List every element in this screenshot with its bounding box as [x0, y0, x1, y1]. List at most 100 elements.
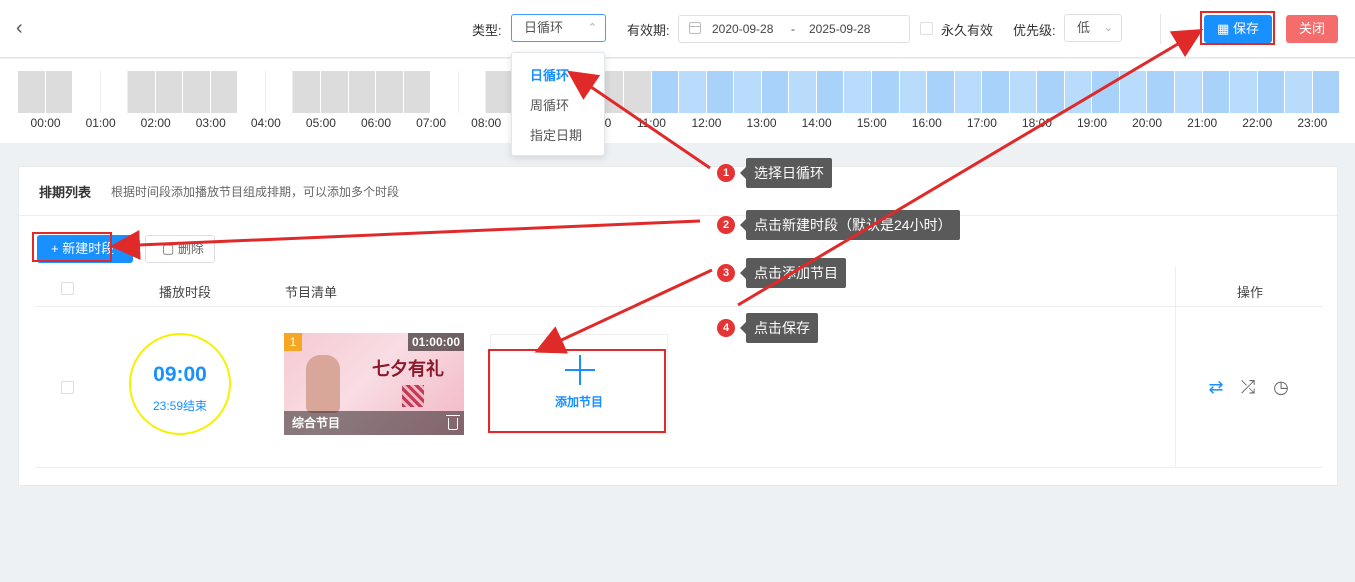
timeline-segment[interactable]: [1009, 71, 1038, 113]
timeline-segment[interactable]: [651, 71, 680, 113]
hour-label: 13:00: [746, 116, 777, 130]
date-start[interactable]: 2020-09-28: [712, 22, 773, 36]
chevron-left-icon[interactable]: ‹: [16, 16, 36, 40]
hour-label: 15:00: [856, 116, 887, 130]
timeline-segment[interactable]: [899, 71, 928, 113]
calendar-icon: [689, 22, 701, 34]
trash-icon[interactable]: [446, 415, 460, 430]
delete-label: 删除: [177, 241, 204, 256]
hour-label: 03:00: [195, 116, 226, 130]
hour-label: 14:00: [801, 116, 832, 130]
permanent-label: 永久有效: [941, 23, 994, 38]
hour-label: 20:00: [1132, 116, 1163, 130]
shuffle-icon[interactable]: ⤮: [1238, 377, 1258, 397]
action-column-divider: [1175, 267, 1176, 467]
timeline-segment[interactable]: [954, 71, 983, 113]
step-number-3: 3: [717, 264, 735, 282]
step-note-3: 点击添加节目: [740, 258, 846, 288]
timeline-segment[interactable]: [403, 71, 432, 113]
timeline-segment[interactable]: [210, 71, 239, 113]
timeline-segment[interactable]: [1119, 71, 1148, 113]
clock-icon[interactable]: ◷: [1271, 377, 1291, 397]
hour-label: 11:00: [636, 116, 666, 130]
timeline-segment[interactable]: [706, 71, 735, 113]
select-all-checkbox[interactable]: [61, 282, 74, 295]
timeline-segment[interactable]: [183, 71, 211, 113]
timeline-segment[interactable]: [734, 71, 762, 113]
highlight-new-button: [32, 232, 112, 262]
option-date[interactable]: 指定日期: [512, 121, 604, 151]
timeline-segment[interactable]: [128, 71, 156, 113]
hour-label: 21:00: [1187, 116, 1218, 130]
type-label: 类型:: [472, 23, 502, 38]
hour-label: 07:00: [416, 116, 447, 130]
timeline-segment[interactable]: [1147, 71, 1175, 113]
timeline-segment[interactable]: [1174, 71, 1203, 113]
timeline-segment[interactable]: [816, 71, 845, 113]
timeline-segment[interactable]: [1037, 71, 1065, 113]
timeline: 00:00 01:00 02:00 03:00 04:00 05:00 06:00 07:00…: [0, 59, 1355, 143]
close-button[interactable]: 关闭: [1286, 15, 1338, 43]
date-range-picker[interactable]: 2020-09-28 - 2025-09-28: [678, 15, 910, 43]
row-divider: [35, 467, 1323, 468]
timeline-segment[interactable]: [321, 71, 349, 113]
type-select-value: 日循环: [524, 20, 564, 35]
type-dropdown: 日循环 周循环 指定日期: [511, 52, 605, 156]
timeline-segment[interactable]: [18, 71, 46, 113]
timeline-segment[interactable]: [624, 71, 652, 113]
time-slot-circle[interactable]: 09:00 23:59结束: [129, 333, 231, 435]
option-weekly[interactable]: 周循环: [512, 91, 604, 121]
timeline-segment[interactable]: [376, 71, 404, 113]
timeline-segment[interactable]: [1064, 71, 1093, 113]
timeline-segment[interactable]: [238, 71, 266, 113]
timeline-hours: 00:00 01:00 02:00 03:00 04:00 05:00 06:00 07:00…: [18, 116, 1340, 132]
timeline-segment[interactable]: [486, 71, 514, 113]
option-daily[interactable]: 日循环: [512, 61, 604, 91]
timeline-segment[interactable]: [679, 71, 707, 113]
timeline-segment[interactable]: [293, 71, 322, 113]
timeline-segment[interactable]: [789, 71, 817, 113]
top-toolbar: ‹ 类型: 日循环 ⌃ 有效期: 2020-09-28 - 2025-09-28…: [0, 0, 1355, 58]
col-action: 操作: [1237, 285, 1264, 300]
row-checkbox[interactable]: [61, 381, 74, 394]
chevron-down-icon: ⌄: [1103, 22, 1113, 34]
date-end[interactable]: 2025-09-28: [809, 22, 870, 36]
timeline-segment[interactable]: [1312, 71, 1341, 113]
timeline-segment[interactable]: [1285, 71, 1313, 113]
timeline-segment[interactable]: [761, 71, 790, 113]
priority-select[interactable]: 低 ⌄: [1064, 14, 1122, 42]
timeline-segment[interactable]: [100, 71, 129, 113]
timeline-segment[interactable]: [1202, 71, 1231, 113]
timeline-segment[interactable]: [348, 71, 377, 113]
timeline-segment[interactable]: [45, 71, 74, 113]
timeline-segment[interactable]: [844, 71, 872, 113]
repeat-icon[interactable]: ⇄: [1206, 377, 1226, 397]
timeline-segment[interactable]: [73, 71, 101, 113]
timeline-segment[interactable]: [1230, 71, 1258, 113]
chevron-up-icon: ⌃: [587, 22, 597, 34]
step-number-1: 1: [717, 164, 735, 182]
timeline-segment[interactable]: [1092, 71, 1120, 113]
poster-figure: [306, 355, 340, 413]
step-note-1: 选择日循环: [740, 158, 832, 188]
timeline-segment[interactable]: [458, 71, 487, 113]
timeline-segment[interactable]: [982, 71, 1010, 113]
timeline-track[interactable]: [18, 71, 1341, 113]
timeline-segment[interactable]: [155, 71, 184, 113]
timeline-segment[interactable]: [431, 71, 459, 113]
qr-code-icon: [402, 385, 424, 407]
program-card[interactable]: 七夕有礼 1 01:00:00 综合节目: [284, 333, 464, 435]
hour-label: 12:00: [691, 116, 722, 130]
timeline-segment[interactable]: [927, 71, 955, 113]
panel-title: 排期列表: [39, 185, 92, 200]
hour-label: 23:00: [1297, 116, 1328, 130]
permanent-checkbox[interactable]: [920, 22, 933, 35]
delete-button[interactable]: ▢ 删除: [145, 235, 215, 263]
hour-label: 01:00: [85, 116, 116, 130]
timeline-segment[interactable]: [265, 71, 294, 113]
panel-header: 排期列表 根据时间段添加播放节目组成排期，可以添加多个时段: [19, 167, 1337, 216]
timeline-segment[interactable]: [1257, 71, 1286, 113]
timeline-segment[interactable]: [871, 71, 900, 113]
program-name: 综合节目: [284, 411, 464, 435]
type-select[interactable]: 日循环 ⌃: [511, 14, 606, 42]
